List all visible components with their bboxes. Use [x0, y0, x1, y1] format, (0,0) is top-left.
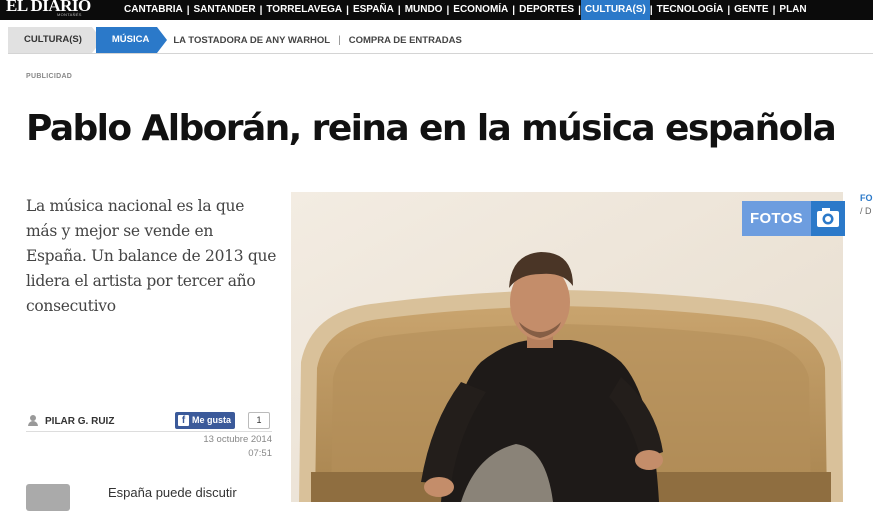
publish-date: 13 octubre 2014 07:51 [150, 433, 272, 461]
article-body-start: España puede discutir [108, 485, 237, 500]
breadcrumb-section[interactable]: CULTURA(S) [8, 27, 102, 53]
nav-item-cantabria[interactable]: CANTABRIA [120, 0, 187, 20]
main-nav: CANTABRIA | SANTANDER | TORRELAVEGA | ESPAÑA | M… [120, 0, 811, 20]
nav-item-mundo[interactable]: MUNDO [401, 0, 447, 20]
camera-icon [810, 201, 845, 236]
article-photo[interactable] [291, 192, 843, 502]
breadcrumb-current[interactable]: MÚSICA [95, 27, 168, 53]
facebook-like-button[interactable]: f Me gusta [175, 412, 236, 429]
nav-item-españa[interactable]: ESPAÑA [349, 0, 398, 20]
nav-item-torrelavega[interactable]: TORRELAVEGA [262, 0, 346, 20]
facebook-like-count: 1 [248, 412, 270, 429]
nav-item-tecnología[interactable]: TECNOLOGÍA [653, 0, 728, 20]
nav-item-santander[interactable]: SANTANDER [190, 0, 260, 20]
author-divider [26, 431, 272, 432]
user-icon [28, 415, 38, 426]
side-panel-label[interactable]: FO [860, 192, 873, 204]
photo-illustration [291, 192, 843, 502]
ad-label: PUBLICIDAD [26, 73, 73, 80]
breadcrumb-separator: | [338, 34, 341, 46]
facebook-icon: f [178, 415, 189, 426]
side-panel-sublabel: / D [860, 206, 872, 216]
photo-gallery-label: FOTOS [742, 201, 811, 236]
related-thumbnail[interactable] [26, 484, 70, 511]
publish-date-day: 13 octubre 2014 [203, 434, 272, 445]
nav-item-economía[interactable]: ECONOMÍA [449, 0, 512, 20]
publish-date-time: 07:51 [248, 448, 272, 459]
photo-gallery-button[interactable]: FOTOS [742, 201, 850, 236]
author-name[interactable]: PILAR G. RUIZ [45, 416, 114, 427]
facebook-like-label: Me gusta [192, 415, 232, 425]
breadcrumb: CULTURA(S) MÚSICA LA TOSTADORA DE ANY WA… [8, 27, 462, 53]
site-logo-subtitle: MONTAÑÉS [57, 12, 82, 17]
top-nav-bar: EL DIARIO MONTAÑÉS CANTABRIA | SANTANDER | T… [0, 0, 873, 20]
breadcrumb-divider [8, 53, 873, 54]
breadcrumb-link-entradas[interactable]: COMPRA DE ENTRADAS [349, 35, 462, 46]
article-subtitle: La música nacional es la que más y mejor… [26, 197, 277, 315]
nav-item-cultura-s[interactable]: CULTURA(S) [580, 0, 650, 20]
author-row: PILAR G. RUIZ f Me gusta 1 [26, 412, 272, 430]
nav-item-gente[interactable]: GENTE [730, 0, 772, 20]
breadcrumb-link-tostadora[interactable]: LA TOSTADORA DE ANY WARHOL [173, 35, 330, 46]
nav-item-deportes[interactable]: DEPORTES [515, 0, 578, 20]
article-headline: Pablo Alborán, reina en la música españo… [26, 108, 837, 149]
nav-item-plan[interactable]: PLAN [775, 0, 810, 20]
